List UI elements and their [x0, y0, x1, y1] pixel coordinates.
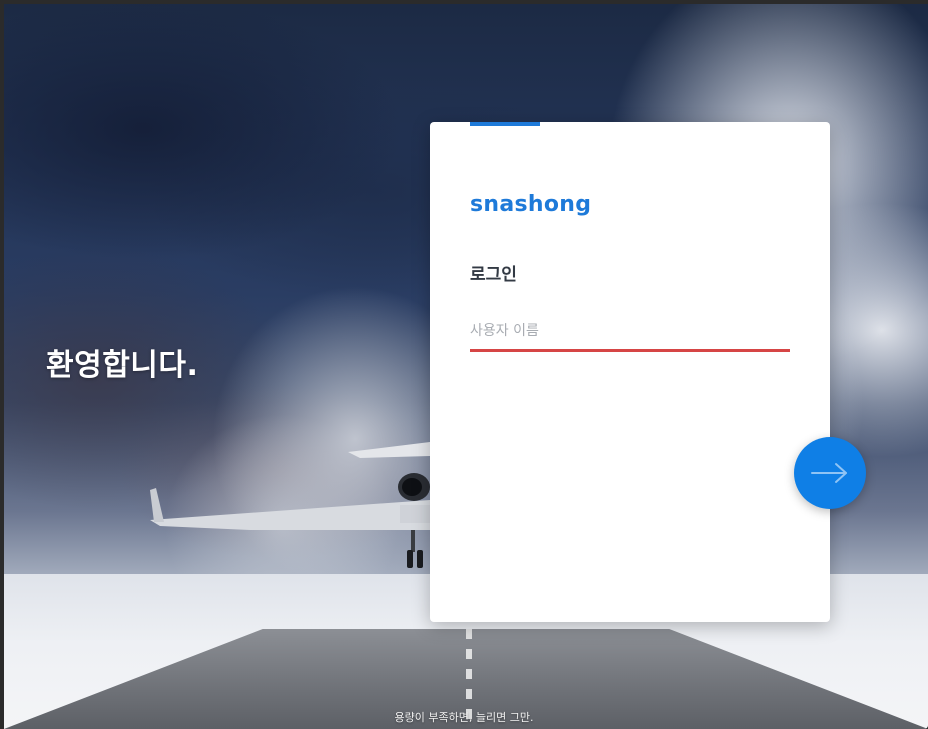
- card-accent-bar: [470, 122, 540, 126]
- arrow-right-icon: [811, 463, 847, 483]
- login-card: snashong 로그인: [430, 122, 830, 622]
- next-button[interactable]: [794, 437, 866, 509]
- footer-text: 용량이 부족하면, 늘리면 그만.: [394, 711, 534, 724]
- login-page: 환영합니다. snashong 로그인 용량이 부족하면, 늘리면 그만.: [0, 0, 928, 729]
- welcome-heading: 환영합니다.: [46, 348, 199, 383]
- brand-name: snashong: [470, 192, 592, 217]
- username-input[interactable]: [470, 312, 790, 352]
- username-field: [470, 312, 790, 356]
- login-title: 로그인: [470, 265, 517, 285]
